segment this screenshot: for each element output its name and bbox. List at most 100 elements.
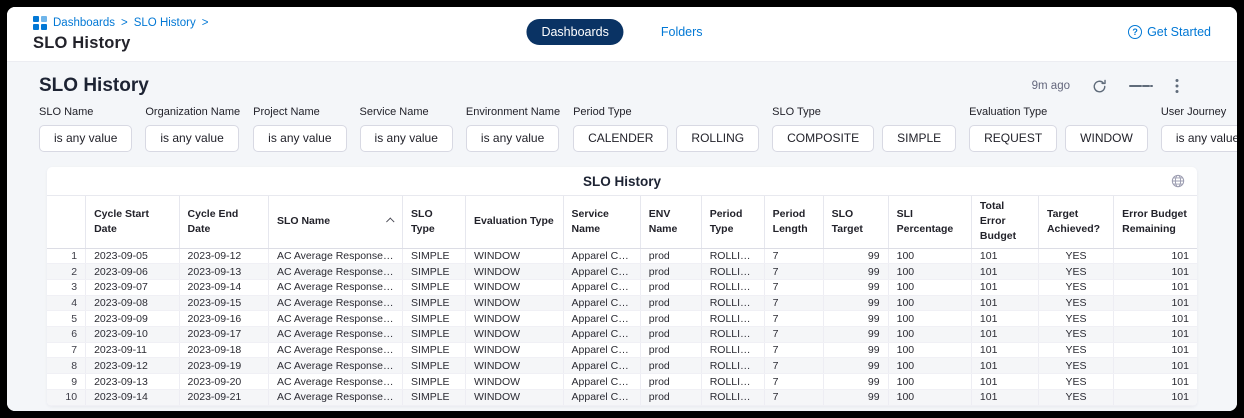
breadcrumb-link-dashboards[interactable]: Dashboards xyxy=(53,17,115,29)
filter-icon[interactable] xyxy=(1129,83,1153,89)
filter-chip[interactable]: is any value xyxy=(360,125,453,152)
refresh-icon[interactable] xyxy=(1092,79,1107,94)
column-header[interactable]: Evaluation Type xyxy=(466,196,564,249)
table-cell: 2023-09-10 xyxy=(86,327,179,343)
table-cell: 99 xyxy=(823,327,888,343)
table-cell: 2023-09-21 xyxy=(179,389,268,405)
table-cell: prod xyxy=(640,295,701,311)
table-row[interactable]: 12023-09-052023-09-12AC Average Response… xyxy=(47,248,1197,264)
row-index: 3 xyxy=(47,280,86,296)
column-header[interactable]: SLI Percentage xyxy=(888,196,971,249)
table-cell: SIMPLE xyxy=(403,311,466,327)
breadcrumb-separator: > xyxy=(121,17,128,29)
table-cell: WINDOW xyxy=(466,389,564,405)
row-index: 10 xyxy=(47,389,86,405)
filter-label: SLO Name xyxy=(39,106,132,118)
table-row[interactable]: 92023-09-132023-09-20AC Average Response… xyxy=(47,374,1197,390)
table-cell: 100 xyxy=(888,311,971,327)
dashboard-main: SLO History 9m ago SLO Nameis any valueO… xyxy=(7,62,1237,411)
table-cell: WINDOW xyxy=(466,248,564,264)
row-index: 5 xyxy=(47,311,86,327)
table-cell: 100 xyxy=(888,248,971,264)
column-header[interactable]: Target Achieved? xyxy=(1038,196,1113,249)
table-cell: YES xyxy=(1038,280,1113,296)
table-cell: 101 xyxy=(971,311,1038,327)
table-cell: YES xyxy=(1038,264,1113,280)
table-cell: 101 xyxy=(1114,358,1197,374)
table-cell: 7 xyxy=(764,389,823,405)
filter-chip[interactable]: is any value xyxy=(145,125,238,152)
table-cell: 101 xyxy=(971,280,1038,296)
filter-chip[interactable]: is any value xyxy=(39,125,132,152)
filter-chip[interactable]: REQUEST xyxy=(969,125,1057,152)
table-row[interactable]: 32023-09-072023-09-14AC Average Response… xyxy=(47,280,1197,296)
column-header[interactable]: Cycle Start Date xyxy=(86,196,179,249)
table-cell: AC Average Response Time xyxy=(268,280,402,296)
column-header[interactable]: ENV Name xyxy=(640,196,701,249)
table-row[interactable]: 82023-09-122023-09-19AC Average Response… xyxy=(47,358,1197,374)
column-header[interactable]: Cycle End Date xyxy=(179,196,268,249)
table-cell: Apparel Catal… xyxy=(563,264,640,280)
tab-dashboards[interactable]: Dashboards xyxy=(526,19,623,45)
table-cell: 7 xyxy=(764,327,823,343)
table-cell: 2023-09-13 xyxy=(86,374,179,390)
table-cell: 2023-09-16 xyxy=(179,311,268,327)
tab-folders[interactable]: Folders xyxy=(646,19,718,45)
column-header[interactable]: SLO Type xyxy=(403,196,466,249)
filter-chip[interactable]: ROLLING xyxy=(676,125,759,152)
table-cell: Apparel Catal… xyxy=(563,342,640,358)
table-cell: 2023-09-15 xyxy=(179,295,268,311)
table-row[interactable]: 72023-09-112023-09-18AC Average Response… xyxy=(47,342,1197,358)
table-row[interactable]: 42023-09-082023-09-15AC Average Response… xyxy=(47,295,1197,311)
breadcrumb-link-slo-history[interactable]: SLO History xyxy=(134,17,196,29)
table-cell: 101 xyxy=(1114,248,1197,264)
column-header[interactable]: Service Name xyxy=(563,196,640,249)
table-cell: AC Average Response Time xyxy=(268,264,402,280)
filter-chip[interactable]: SIMPLE xyxy=(882,125,956,152)
filter-row: SLO Nameis any valueOrganization Nameis … xyxy=(39,106,1205,152)
table-row[interactable]: 22023-09-062023-09-13AC Average Response… xyxy=(47,264,1197,280)
column-header[interactable]: SLO Target xyxy=(823,196,888,249)
table-cell: 101 xyxy=(1114,389,1197,405)
column-header[interactable]: Period Length xyxy=(764,196,823,249)
kebab-menu-icon[interactable] xyxy=(1175,78,1179,94)
table-cell: YES xyxy=(1038,311,1113,327)
table-cell: Apparel Catal… xyxy=(563,389,640,405)
table-cell: 99 xyxy=(823,311,888,327)
table-cell: AC Average Response Time xyxy=(268,374,402,390)
table-cell: AC Average Response Time xyxy=(268,389,402,405)
table-cell: Apparel Catal… xyxy=(563,295,640,311)
filter-group: SLO TypeCOMPOSITESIMPLE xyxy=(772,106,956,152)
table-cell: SIMPLE xyxy=(403,264,466,280)
table-cell: SIMPLE xyxy=(403,374,466,390)
filter-chip[interactable]: is any value xyxy=(466,125,559,152)
table-cell: ROLLING xyxy=(701,327,764,343)
table-cell: AC Average Response Time xyxy=(268,327,402,343)
column-header[interactable]: Period Type xyxy=(701,196,764,249)
filter-chip[interactable]: CALENDER xyxy=(573,125,668,152)
get-started-button[interactable]: ? Get Started xyxy=(1128,25,1211,39)
table-row[interactable]: 102023-09-142023-09-21AC Average Respons… xyxy=(47,389,1197,405)
table-cell: 100 xyxy=(888,374,971,390)
table-row[interactable]: 52023-09-092023-09-16AC Average Response… xyxy=(47,311,1197,327)
filter-chip[interactable]: COMPOSITE xyxy=(772,125,874,152)
table-cell: 2023-09-06 xyxy=(86,264,179,280)
column-header[interactable]: Error Budget Remaining xyxy=(1114,196,1197,249)
table-cell: SIMPLE xyxy=(403,248,466,264)
table-cell: ROLLING xyxy=(701,248,764,264)
globe-icon[interactable] xyxy=(1171,174,1185,193)
table-row[interactable]: 62023-09-102023-09-17AC Average Response… xyxy=(47,327,1197,343)
table-cell: AC Average Response Time xyxy=(268,358,402,374)
filter-chip[interactable]: is any value xyxy=(253,125,346,152)
filter-chip[interactable]: is any value xyxy=(1161,125,1237,152)
column-header[interactable]: Total Error Budget xyxy=(971,196,1038,249)
table-cell: 99 xyxy=(823,295,888,311)
table-cell: 7 xyxy=(764,248,823,264)
column-header[interactable]: SLO Name xyxy=(268,196,402,249)
filter-group: User Journeyis any value xyxy=(1161,106,1237,152)
table-cell: 2023-09-12 xyxy=(179,248,268,264)
table-cell: YES xyxy=(1038,248,1113,264)
table-cell: 99 xyxy=(823,248,888,264)
filter-label: Environment Name xyxy=(466,106,560,118)
filter-chip[interactable]: WINDOW xyxy=(1065,125,1148,152)
